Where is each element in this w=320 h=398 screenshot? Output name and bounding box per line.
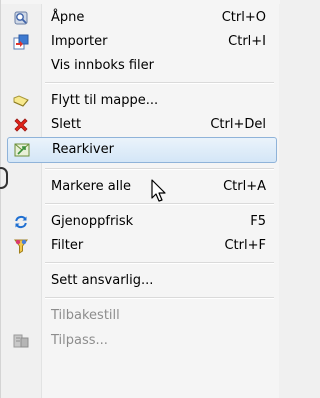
menu-item-filter[interactable]: Filter Ctrl+F <box>1 234 280 258</box>
menu-item-label: Sett ansvarlig... <box>51 273 154 288</box>
context-menu: Åpne Ctrl+O Importer Ctrl+I Vis innboks … <box>0 0 280 398</box>
menu-item-reset: Tilbakestill <box>1 304 280 328</box>
menu-item-label: Rearkiver <box>52 142 114 157</box>
filter-icon <box>13 238 29 254</box>
menu-item-refresh[interactable]: Gjenoppfrisk F5 <box>1 210 280 234</box>
menu-item-shortcut: Ctrl+Del <box>210 117 266 132</box>
menu-item-label: Tilpass... <box>51 333 108 348</box>
delete-icon <box>13 117 29 133</box>
import-icon <box>13 34 29 50</box>
menu-item-customize: Tilpass... <box>1 329 280 353</box>
menu-item-shortcut: Ctrl+A <box>223 179 266 194</box>
menu-item-shortcut: Ctrl+O <box>221 10 266 25</box>
menu-item-shortcut: Ctrl+I <box>228 34 266 49</box>
menu-item-set-responsible[interactable]: Sett ansvarlig... <box>1 269 280 293</box>
menu-item-label: Flytt til mappe... <box>51 93 159 108</box>
menu-item-label: Vis innboks filer <box>51 58 154 73</box>
mouse-pointer-icon <box>151 179 166 202</box>
window-edge-handle <box>0 167 8 189</box>
menu-item-show-inbox-files[interactable]: Vis innboks filer <box>1 54 280 78</box>
refresh-icon <box>13 214 29 230</box>
menu-item-label: Åpne <box>51 10 85 25</box>
menu-item-label: Markere alle <box>51 179 131 194</box>
menu-item-open[interactable]: Åpne Ctrl+O <box>1 6 280 30</box>
menu-item-label: Slett <box>51 117 82 132</box>
menu-item-label: Gjenoppfrisk <box>51 214 134 229</box>
menu-item-label: Tilbakestill <box>51 308 120 323</box>
customize-icon <box>13 333 29 349</box>
menu-item-label: Filter <box>51 238 84 253</box>
menu-item-shortcut: Ctrl+F <box>224 238 266 253</box>
menu-item-move-to-folder[interactable]: Flytt til mappe... <box>1 89 280 113</box>
folder-icon <box>13 93 29 109</box>
menu-item-import[interactable]: Importer Ctrl+I <box>1 30 280 54</box>
menu-item-shortcut: F5 <box>250 214 266 229</box>
menu-item-rearchive[interactable]: Rearkiver <box>7 137 277 163</box>
rearchive-icon <box>14 142 30 158</box>
open-icon <box>13 10 29 26</box>
menu-item-select-all[interactable]: Markere alle Ctrl+A <box>1 175 280 199</box>
menu-item-label: Importer <box>51 34 108 49</box>
menu-item-delete[interactable]: Slett Ctrl+Del <box>1 113 280 137</box>
